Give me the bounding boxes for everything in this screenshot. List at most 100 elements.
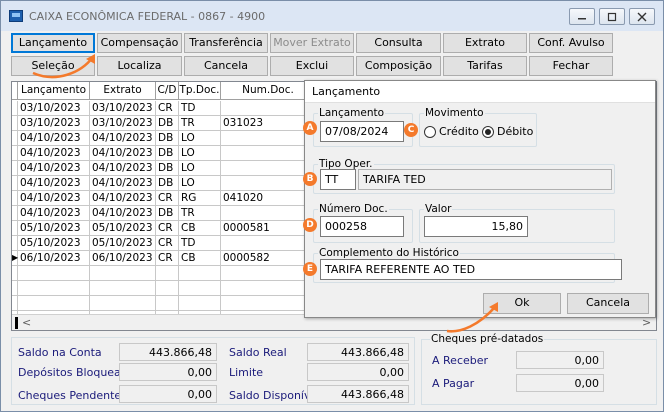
fechar-button[interactable]: Fechar	[529, 56, 613, 76]
table-cell[interactable]: 0000582	[221, 251, 316, 266]
ok-button[interactable]: Ok	[483, 293, 561, 314]
table-cell[interactable]: 03/10/2023	[18, 116, 90, 131]
debito-radio[interactable]	[482, 126, 494, 138]
table-cell[interactable]: 04/10/2023	[18, 161, 90, 176]
composicao-button[interactable]: Composição	[356, 56, 441, 76]
table-cell[interactable]: TD	[179, 101, 221, 116]
table-cell[interactable]: 0000581	[221, 221, 316, 236]
compensacao-button[interactable]: Compensação	[97, 33, 182, 53]
dialog-cancela-button[interactable]: Cancela	[567, 293, 649, 314]
localiza-button[interactable]: Localiza	[97, 56, 182, 76]
table-cell[interactable]	[221, 101, 316, 116]
table-cell[interactable]: 04/10/2023	[18, 146, 90, 161]
table-cell[interactable]: DB	[156, 161, 179, 176]
maximize-icon[interactable]	[599, 8, 625, 25]
table-cell[interactable]: CR	[156, 191, 179, 206]
table-cell[interactable]: 041020	[221, 191, 316, 206]
table-cell[interactable]	[18, 296, 90, 311]
table-cell[interactable]	[221, 236, 316, 251]
table-cell[interactable]: CR	[156, 101, 179, 116]
table-cell[interactable]: 04/10/2023	[90, 146, 156, 161]
table-cell[interactable]	[179, 266, 221, 281]
tipo-oper-code-input[interactable]: TT	[320, 169, 356, 190]
table-cell[interactable]	[90, 296, 156, 311]
lancamento-button[interactable]: Lançamento	[11, 33, 95, 53]
table-cell[interactable]: 04/10/2023	[90, 131, 156, 146]
table-cell[interactable]: 04/10/2023	[90, 206, 156, 221]
table-cell[interactable]	[18, 266, 90, 281]
table-cell[interactable]: CB	[179, 251, 221, 266]
minimize-icon[interactable]	[569, 8, 595, 25]
table-cell[interactable]	[221, 206, 316, 221]
table-cell[interactable]: LO	[179, 161, 221, 176]
table-cell[interactable]: 03/10/2023	[90, 101, 156, 116]
table-cell[interactable]: 06/10/2023	[18, 251, 90, 266]
scroll-left-icon[interactable]: <	[22, 316, 31, 329]
table-cell[interactable]	[179, 296, 221, 311]
table-cell[interactable]: 04/10/2023	[90, 191, 156, 206]
mover-extrato-button[interactable]: Mover Extrato	[270, 33, 354, 53]
credito-radio[interactable]	[424, 126, 436, 138]
complemento-input[interactable]: TARIFA REFERENTE AO TED	[320, 259, 622, 280]
cancela-button[interactable]: Cancela	[184, 56, 268, 76]
valor-input[interactable]: 15,80	[424, 216, 528, 237]
table-cell[interactable]: 05/10/2023	[90, 236, 156, 251]
table-cell[interactable]: 03/10/2023	[90, 116, 156, 131]
numero-doc-input[interactable]: 000258	[320, 216, 404, 237]
table-cell[interactable]	[221, 161, 316, 176]
table-cell[interactable]	[156, 281, 179, 296]
table-cell[interactable]	[156, 296, 179, 311]
table-cell[interactable]: 05/10/2023	[90, 221, 156, 236]
column-header-extrato[interactable]: Extrato	[90, 82, 156, 100]
table-cell[interactable]: LO	[179, 131, 221, 146]
table-cell[interactable]: 04/10/2023	[18, 131, 90, 146]
table-cell[interactable]: DB	[156, 131, 179, 146]
table-cell[interactable]: 04/10/2023	[90, 176, 156, 191]
table-cell[interactable]: 031023	[221, 116, 316, 131]
table-cell[interactable]: 04/10/2023	[18, 191, 90, 206]
table-cell[interactable]: DB	[156, 206, 179, 221]
column-header-tpdoc[interactable]: Tp.Doc.	[179, 82, 221, 100]
scrollbar-thumb[interactable]	[15, 317, 18, 329]
column-header-numdoc[interactable]: Num.Doc.	[221, 82, 316, 100]
table-cell[interactable]: LO	[179, 176, 221, 191]
tarifas-button[interactable]: Tarifas	[443, 56, 527, 76]
table-cell[interactable]: CR	[156, 221, 179, 236]
table-cell[interactable]	[221, 281, 316, 296]
conf-avulso-button[interactable]: Conf. Avulso	[529, 33, 613, 53]
close-icon[interactable]	[629, 8, 655, 25]
transferencia-button[interactable]: Transferência	[184, 33, 268, 53]
table-cell[interactable]: 04/10/2023	[18, 206, 90, 221]
table-cell[interactable]: TR	[179, 116, 221, 131]
table-cell[interactable]: TD	[179, 236, 221, 251]
table-cell[interactable]: LO	[179, 146, 221, 161]
table-cell[interactable]	[221, 131, 316, 146]
table-cell[interactable]: 03/10/2023	[18, 101, 90, 116]
table-cell[interactable]: RG	[179, 191, 221, 206]
table-cell[interactable]	[221, 146, 316, 161]
extrato-button[interactable]: Extrato	[443, 33, 527, 53]
column-header-cd[interactable]: C/D	[156, 82, 179, 100]
column-header-lancamento[interactable]: Lançamento	[18, 82, 90, 100]
exclui-button[interactable]: Exclui	[270, 56, 354, 76]
table-cell[interactable]: CR	[156, 236, 179, 251]
table-cell[interactable]: TR	[179, 206, 221, 221]
table-cell[interactable]: 04/10/2023	[90, 161, 156, 176]
table-cell[interactable]: 06/10/2023	[90, 251, 156, 266]
table-cell[interactable]: 04/10/2023	[18, 176, 90, 191]
table-cell[interactable]	[156, 266, 179, 281]
table-cell[interactable]	[18, 281, 90, 296]
table-cell[interactable]: 05/10/2023	[18, 221, 90, 236]
table-cell[interactable]: CR	[156, 251, 179, 266]
table-cell[interactable]	[221, 296, 316, 311]
table-cell[interactable]	[90, 266, 156, 281]
table-cell[interactable]: CB	[179, 221, 221, 236]
consulta-button[interactable]: Consulta	[356, 33, 441, 53]
table-cell[interactable]	[221, 176, 316, 191]
table-cell[interactable]	[179, 281, 221, 296]
selecao-button[interactable]: Seleção	[11, 56, 95, 76]
table-cell[interactable]: 05/10/2023	[18, 236, 90, 251]
table-cell[interactable]: DB	[156, 116, 179, 131]
table-cell[interactable]: DB	[156, 176, 179, 191]
table-cell[interactable]: DB	[156, 146, 179, 161]
